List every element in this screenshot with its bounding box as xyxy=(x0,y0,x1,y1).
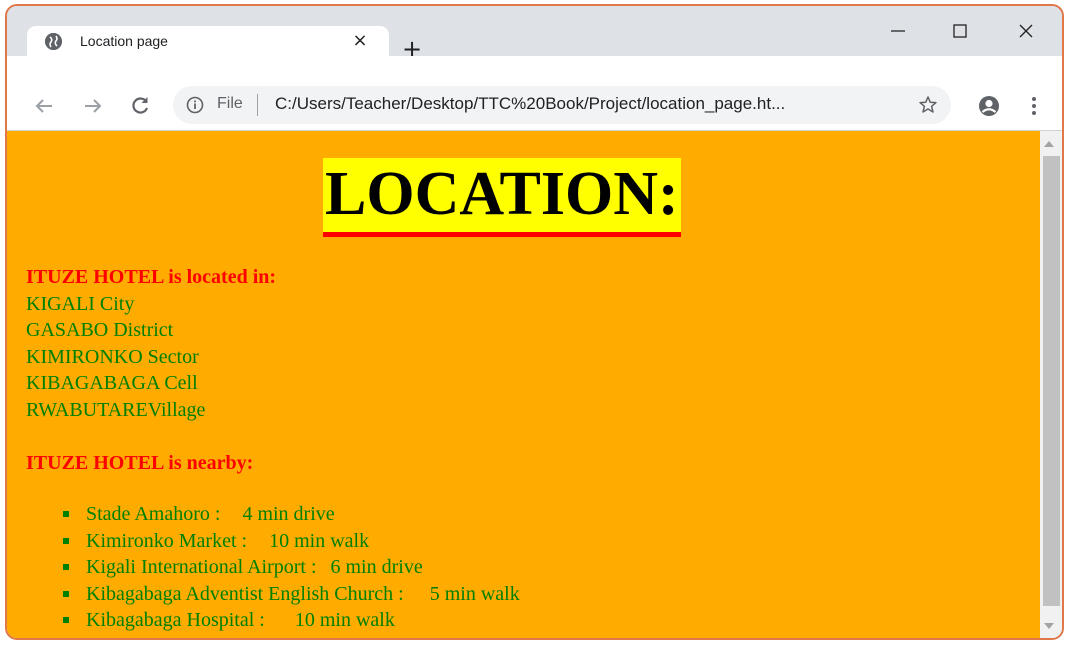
nearby-distance: 6 min drive xyxy=(330,556,423,578)
maximize-icon[interactable] xyxy=(945,16,975,46)
located-intro: ITUZE HOTEL is located in: xyxy=(26,266,277,288)
location-line-district: GASABO District xyxy=(26,319,174,341)
location-line-cell: KIBAGABAGA Cell xyxy=(26,372,198,394)
address-bar[interactable]: File C:/Users/Teacher/Desktop/TTC%20Book… xyxy=(173,86,951,124)
list-item: Stade Amahoro : 4 min drive xyxy=(63,501,520,528)
scroll-down-arrow-icon[interactable] xyxy=(1044,623,1054,629)
list-item: Kimironko Market : 10 min walk xyxy=(63,528,520,555)
list-item: Kibagabaga Hospital : 10 min walk xyxy=(63,607,520,634)
bullet-icon xyxy=(63,617,69,623)
bullet-icon xyxy=(63,564,69,570)
info-icon[interactable] xyxy=(186,96,204,114)
browser-toolbar: File C:/Users/Teacher/Desktop/TTC%20Book… xyxy=(7,56,1062,131)
tab-title: Location page xyxy=(80,33,168,49)
scroll-up-arrow-icon[interactable] xyxy=(1044,141,1054,147)
tab-close-icon[interactable]: × xyxy=(349,29,371,53)
address-scheme: File xyxy=(217,95,243,112)
tab-strip: Location page × + xyxy=(7,6,1062,61)
location-block: ITUZE HOTEL is located in: KIGALI City G… xyxy=(26,264,276,477)
globe-icon xyxy=(45,33,62,50)
address-url[interactable]: C:/Users/Teacher/Desktop/TTC%20Book/Proj… xyxy=(275,94,785,114)
nearby-place: Kibagabaga Hospital : xyxy=(86,609,265,631)
nearby-place: Kigali International Airport : xyxy=(86,556,317,578)
reload-icon[interactable] xyxy=(128,94,152,118)
list-item: Kigali International Airport : 6 min driv… xyxy=(63,554,520,581)
bullet-icon xyxy=(63,537,69,544)
scrollbar-thumb[interactable] xyxy=(1043,156,1060,606)
nearby-distance: 10 min walk xyxy=(269,529,370,552)
page-viewport: LOCATION: ITUZE HOTEL is located in: KIG… xyxy=(7,131,1040,638)
nearby-intro: ITUZE HOTEL is nearby: xyxy=(26,452,254,474)
location-line-city: KIGALI City xyxy=(26,292,135,315)
browser-window: Location page × + File C:/Users/Teacher/… xyxy=(5,4,1064,640)
bullet-icon xyxy=(63,590,69,597)
browser-menu-icon[interactable] xyxy=(1029,94,1039,118)
nearby-distance: 4 min drive xyxy=(242,503,335,525)
bookmark-star-icon[interactable] xyxy=(918,95,938,115)
address-divider xyxy=(257,94,258,116)
page-title: LOCATION: xyxy=(323,158,681,237)
list-item: Kibagabaga Adventist English Church : 5 m… xyxy=(63,581,520,608)
back-arrow-icon[interactable] xyxy=(32,94,56,118)
minimize-icon[interactable] xyxy=(883,16,913,46)
nearby-list: Stade Amahoro : 4 min drive Kimironko Mar… xyxy=(63,501,520,634)
nearby-place: Kimironko Market : xyxy=(86,529,248,552)
location-line-sector: KIMIRONKO Sector xyxy=(26,345,199,368)
location-line-village: RWABUTAREVillage xyxy=(26,398,206,421)
nearby-place: Kibagabaga Adventist English Church : xyxy=(86,582,404,605)
window-close-icon[interactable] xyxy=(1011,16,1041,46)
nearby-place: Stade Amahoro : xyxy=(86,503,221,525)
forward-arrow-icon[interactable] xyxy=(81,94,105,118)
bullet-icon xyxy=(63,511,69,517)
nearby-distance: 10 min walk xyxy=(294,609,395,631)
nearby-distance: 5 min walk xyxy=(429,582,520,605)
tab-location-page[interactable]: Location page × xyxy=(27,26,389,58)
profile-avatar-icon[interactable] xyxy=(977,94,1001,118)
